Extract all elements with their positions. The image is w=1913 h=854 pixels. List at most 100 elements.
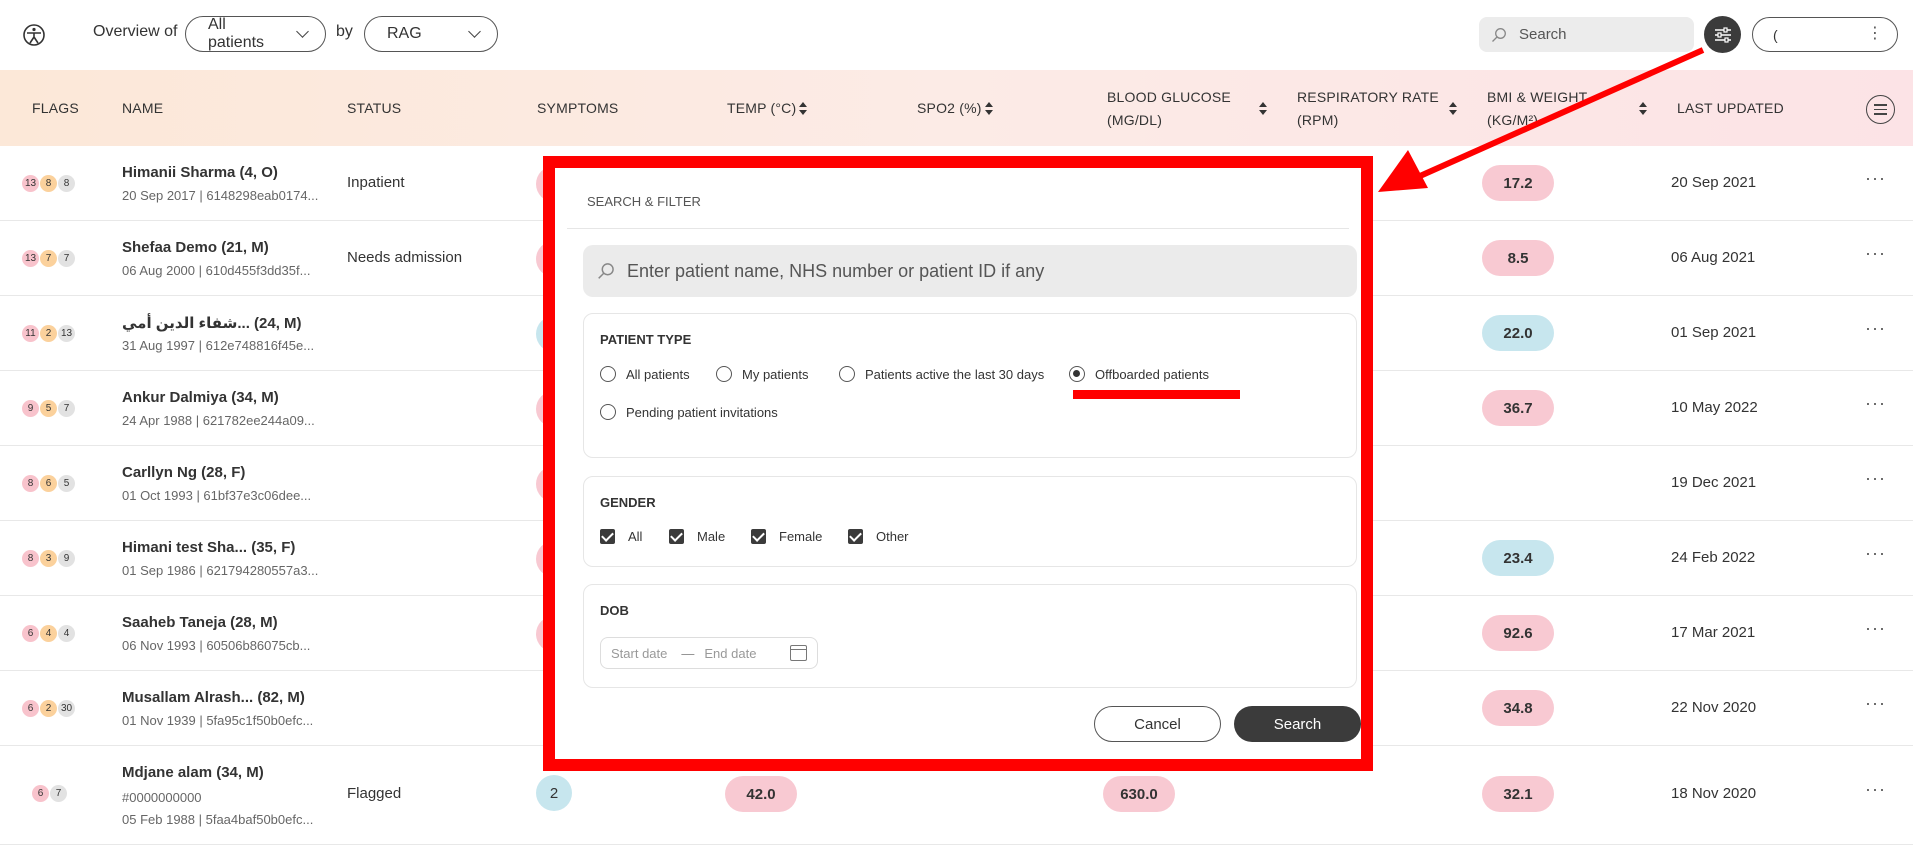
more-horizontal-icon[interactable]: ···	[1865, 543, 1886, 564]
patient-name[interactable]: Musallam Alrash... (82, M)	[122, 689, 305, 706]
flag-red: 9	[22, 400, 39, 417]
checkbox-label: Male	[697, 529, 726, 544]
patient-name[interactable]: شفاء الدين أمي... (24, M)	[122, 314, 302, 332]
calendar-icon[interactable]	[790, 645, 807, 661]
end-date-field[interactable]: End date	[704, 646, 756, 661]
patient-meta: 01 Sep 1986 | 621794280557a3...	[122, 563, 319, 578]
patient-meta: 20 Sep 2017 | 6148298eab0174...	[122, 188, 319, 203]
checkbox-all[interactable]: All	[600, 529, 642, 544]
last-updated: 06 Aug 2021	[1671, 249, 1756, 266]
header-last-updated[interactable]: LAST UPDATED	[1677, 97, 1784, 120]
column-menu-icon[interactable]	[1866, 95, 1895, 124]
sliders-icon	[1714, 26, 1731, 43]
patient-name[interactable]: Himani test Sha... (35, F)	[122, 539, 295, 556]
sort-icon[interactable]	[1639, 102, 1647, 116]
search-filter-modal-highlight: SEARCH & FILTER Enter patient name, NHS …	[543, 156, 1373, 771]
patient-name[interactable]: Ankur Dalmiya (34, M)	[122, 389, 279, 406]
patient-name[interactable]: Carllyn Ng (28, F)	[122, 464, 245, 481]
flag-grey: 7	[58, 250, 75, 267]
checkbox-checked[interactable]	[751, 529, 766, 544]
patients-select[interactable]: All patients	[185, 16, 326, 52]
more-vertical-icon[interactable]: ⋮	[1867, 24, 1883, 44]
checkbox-checked[interactable]	[669, 529, 684, 544]
checkbox-other[interactable]: Other	[848, 529, 909, 544]
user-menu[interactable]: ( ⋮	[1752, 17, 1898, 52]
radio-offboarded-patients[interactable]: Offboarded patients	[1069, 366, 1209, 382]
range-dash: —	[681, 645, 695, 661]
app-logo-icon[interactable]	[22, 23, 46, 47]
search-button[interactable]: Search	[1234, 706, 1361, 742]
flag-badges: 9 5 7	[22, 400, 76, 417]
more-horizontal-icon[interactable]: ···	[1865, 168, 1886, 189]
flag-amber: 5	[40, 400, 57, 417]
flag-red: 13	[22, 250, 39, 267]
radio-pending-invitations[interactable]: Pending patient invitations	[600, 404, 778, 420]
header-name[interactable]: NAME	[122, 97, 163, 120]
table-header: FLAGS NAME STATUS SYMPTOMS TEMP (°C) SPO…	[0, 70, 1913, 146]
search-input[interactable]: Search	[1479, 17, 1694, 52]
flag-red: 6	[22, 625, 39, 642]
search-icon	[598, 263, 614, 279]
patient-name[interactable]: Himanii Sharma (4, O)	[122, 164, 278, 181]
more-horizontal-icon[interactable]: ···	[1865, 318, 1886, 339]
flag-amber: 2	[40, 325, 57, 342]
more-horizontal-icon[interactable]: ···	[1865, 693, 1886, 714]
header-resp[interactable]: RESPIRATORY RATE	[1297, 86, 1439, 109]
flag-grey: 4	[58, 625, 75, 642]
more-horizontal-icon[interactable]: ···	[1865, 468, 1886, 489]
patient-name[interactable]: Saaheb Taneja (28, M)	[122, 614, 278, 631]
header-symptoms[interactable]: SYMPTOMS	[537, 97, 618, 120]
radio-label: My patients	[742, 366, 809, 382]
patient-type-section: PATIENT TYPE All patients My patients Pa…	[583, 313, 1357, 458]
more-horizontal-icon[interactable]: ···	[1865, 779, 1886, 800]
flag-grey: 30	[58, 700, 75, 717]
checkbox-label: Other	[876, 529, 909, 544]
radio-circle-selected[interactable]	[1069, 366, 1085, 382]
radio-active-30-days[interactable]: Patients active the last 30 days	[839, 366, 1044, 382]
header-glucose[interactable]: BLOOD GLUCOSE	[1107, 86, 1231, 109]
header-spo2[interactable]: SPO2 (%)	[917, 97, 982, 120]
radio-circle[interactable]	[600, 366, 616, 382]
patient-meta: 01 Nov 1939 | 5fa95c1f50b0efc...	[122, 713, 314, 728]
more-horizontal-icon[interactable]: ···	[1865, 618, 1886, 639]
last-updated: 20 Sep 2021	[1671, 174, 1757, 191]
checkbox-male[interactable]: Male	[669, 529, 725, 544]
radio-label: Offboarded patients	[1095, 366, 1209, 382]
radio-circle[interactable]	[839, 366, 855, 382]
radio-my-patients[interactable]: My patients	[716, 366, 808, 382]
cancel-button[interactable]: Cancel	[1094, 706, 1221, 742]
start-date-field[interactable]: Start date	[611, 646, 667, 661]
checkbox-female[interactable]: Female	[751, 529, 822, 544]
header-status[interactable]: STATUS	[347, 97, 401, 120]
annotation-underline	[1073, 390, 1240, 399]
divider	[567, 228, 1349, 229]
radio-circle[interactable]	[716, 366, 732, 382]
flag-amber: 2	[40, 700, 57, 717]
more-horizontal-icon[interactable]: ···	[1865, 393, 1886, 414]
checkbox-checked[interactable]	[848, 529, 863, 544]
filter-button[interactable]	[1704, 16, 1741, 53]
radio-all-patients[interactable]: All patients	[600, 366, 690, 382]
sort-icon[interactable]	[985, 102, 993, 116]
sort-icon[interactable]	[1259, 102, 1267, 116]
by-label: by	[336, 23, 353, 40]
patient-type-title: PATIENT TYPE	[600, 332, 692, 347]
header-temp[interactable]: TEMP (°C)	[727, 97, 796, 120]
more-horizontal-icon[interactable]: ···	[1865, 243, 1886, 264]
radio-circle[interactable]	[600, 404, 616, 420]
dob-date-range[interactable]: Start date — End date	[600, 637, 818, 669]
sort-icon[interactable]	[1449, 102, 1457, 116]
bmi-value: 8.5	[1482, 240, 1554, 276]
patient-meta: 31 Aug 1997 | 612e748816f45e...	[122, 338, 315, 353]
patient-search-input[interactable]: Enter patient name, NHS number or patien…	[583, 245, 1357, 297]
last-updated: 22 Nov 2020	[1671, 699, 1757, 716]
patient-name[interactable]: Shefaa Demo (21, M)	[122, 239, 269, 256]
sort-icon[interactable]	[799, 102, 807, 116]
symptoms-badge[interactable]: 2	[536, 775, 572, 811]
flag-grey: 13	[58, 325, 75, 342]
patient-name[interactable]: Mdjane alam (34, M)	[122, 764, 264, 781]
header-bmi[interactable]: BMI & WEIGHT	[1487, 86, 1587, 109]
patient-meta: 05 Feb 1988 | 5faa4baf50b0efc...	[122, 812, 314, 827]
checkbox-checked[interactable]	[600, 529, 615, 544]
group-by-select[interactable]: RAG	[364, 16, 498, 52]
